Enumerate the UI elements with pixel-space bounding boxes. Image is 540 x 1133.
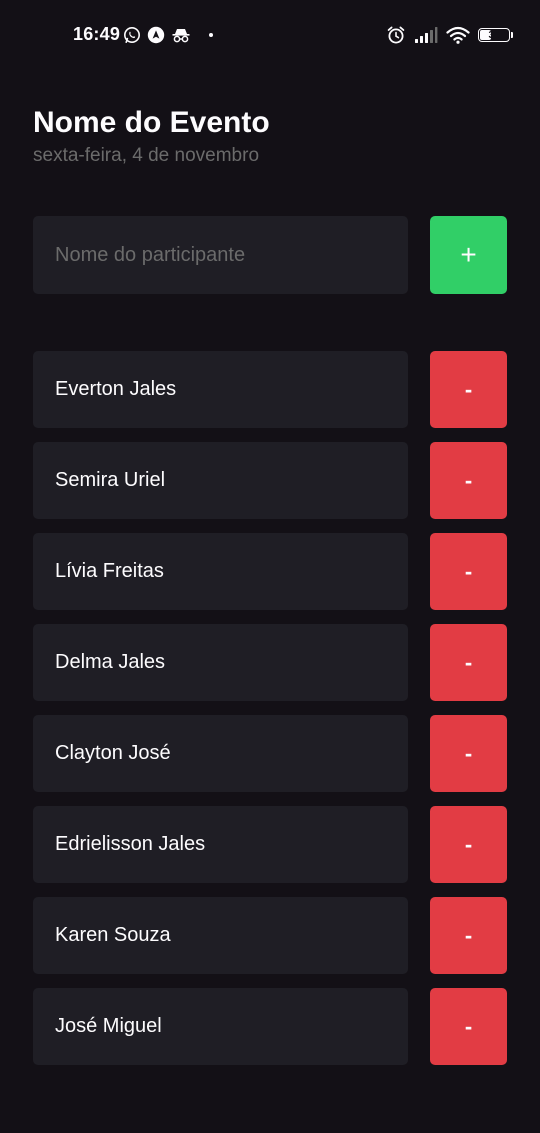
status-time: 16:49 (73, 24, 121, 44)
event-date: sexta-feira, 4 de novembro (33, 145, 260, 166)
participant-row: Karen Souza - (33, 897, 507, 974)
participant-name: Delma Jales (55, 651, 166, 673)
participant-name: Karen Souza (55, 924, 171, 946)
remove-participant-button[interactable]: - (430, 988, 507, 1065)
remove-participant-button[interactable]: - (430, 897, 507, 974)
participant-name: Everton Jales (55, 378, 177, 400)
participant-card: Semira Uriel (33, 442, 408, 519)
navigation-app-icon (147, 26, 165, 44)
participant-row: Clayton José - (33, 715, 507, 792)
battery-icon: 36 (478, 28, 513, 42)
participant-list: Everton Jales - Semira Uriel - Lívia Freitas… (33, 351, 507, 1079)
remove-participant-button[interactable]: - (430, 351, 507, 428)
remove-participant-button[interactable]: - (430, 624, 507, 701)
participant-row: José Miguel - (33, 988, 507, 1065)
whatsapp-icon (123, 26, 141, 44)
participant-card: Lívia Freitas (33, 533, 408, 610)
participant-name: Semira Uriel (55, 469, 166, 491)
participant-card: Clayton José (33, 715, 408, 792)
participant-row: Delma Jales - (33, 624, 507, 701)
incognito-icon (171, 26, 191, 44)
participant-name-input[interactable] (33, 216, 408, 294)
remove-participant-button[interactable]: - (430, 442, 507, 519)
participant-card: Delma Jales (33, 624, 408, 701)
battery-text: 36 (488, 29, 500, 41)
alarm-icon (386, 25, 406, 45)
status-bar: 16:49 36 (0, 0, 540, 70)
wifi-icon (446, 26, 470, 44)
event-title: Nome do Evento (33, 106, 270, 139)
participant-row: Everton Jales - (33, 351, 507, 428)
status-left-icons (123, 24, 213, 46)
participant-row: Semira Uriel - (33, 442, 507, 519)
participant-card: José Miguel (33, 988, 408, 1065)
add-participant-form: + (33, 216, 507, 294)
participant-name: Lívia Freitas (55, 560, 164, 582)
participant-row: Edrielisson Jales - (33, 806, 507, 883)
participant-row: Lívia Freitas - (33, 533, 507, 610)
event-header: Nome do Evento sexta-feira, 4 de novembr… (33, 104, 270, 168)
notification-dot (209, 33, 213, 37)
participant-name: José Miguel (55, 1015, 162, 1037)
add-participant-button[interactable]: + (430, 216, 507, 294)
remove-participant-button[interactable]: - (430, 806, 507, 883)
participant-card: Karen Souza (33, 897, 408, 974)
signal-icon (414, 26, 438, 44)
status-right-icons: 36 (386, 24, 513, 46)
participant-name: Clayton José (55, 742, 171, 764)
participant-card: Edrielisson Jales (33, 806, 408, 883)
participant-name: Edrielisson Jales (55, 833, 206, 855)
remove-participant-button[interactable]: - (430, 533, 507, 610)
remove-participant-button[interactable]: - (430, 715, 507, 792)
participant-card: Everton Jales (33, 351, 408, 428)
